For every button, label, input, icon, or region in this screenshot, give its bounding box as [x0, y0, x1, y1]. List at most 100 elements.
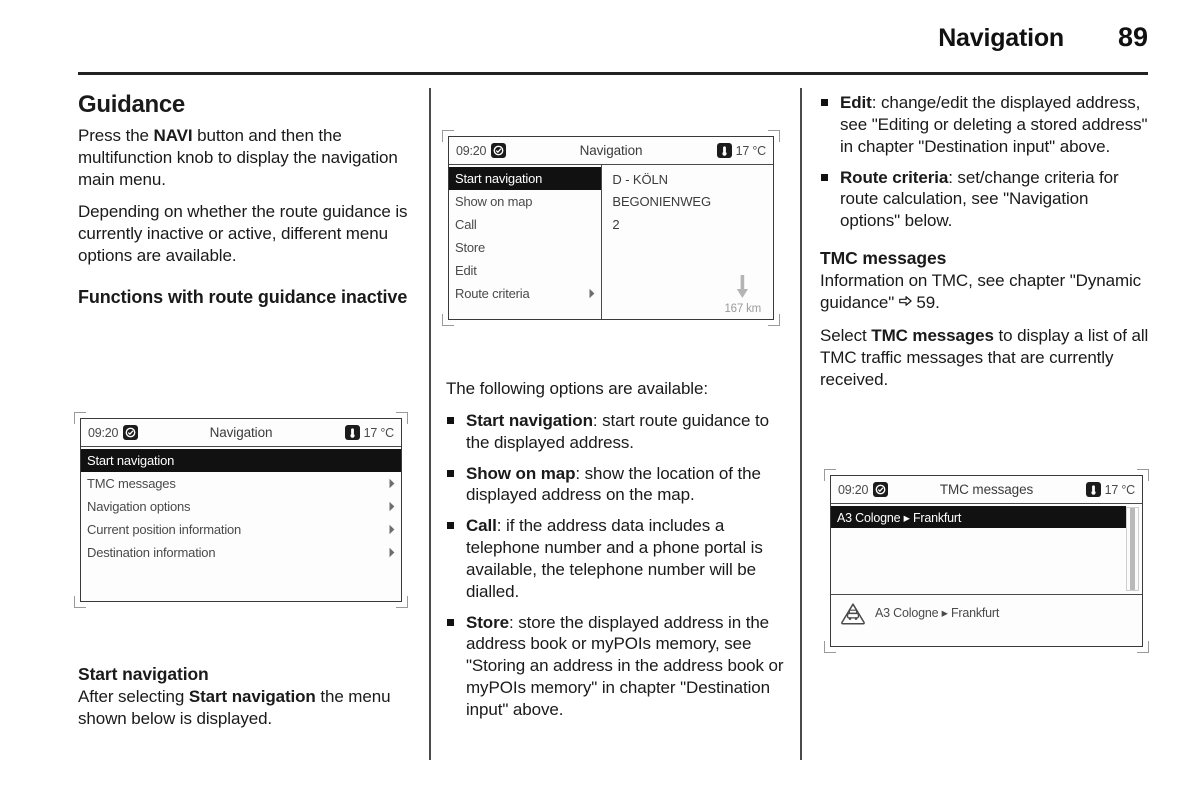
chevron-right-icon — [588, 288, 596, 299]
menu-item-label: Show on map — [455, 194, 533, 209]
column-divider-2 — [800, 88, 802, 760]
status-temperature: 17 °C — [363, 425, 395, 440]
options-intro: The following options are available: — [446, 379, 708, 398]
chevron-right-icon — [388, 547, 396, 558]
scrollbar[interactable] — [1126, 507, 1139, 591]
address-line-country-city: D - KÖLN — [612, 172, 668, 187]
address-line-street: BEGONIENWEG — [612, 194, 711, 210]
screen-status-bar: 09:20 TMC messages 17 °C — [831, 476, 1142, 504]
menu-item-label: TMC messages — [87, 476, 176, 491]
status-time: 09:20 — [838, 482, 869, 497]
option-call: Call: if the address data includes a tel… — [446, 515, 786, 602]
status-right-group: 17 °C — [340, 425, 394, 440]
menu-item-show-on-map[interactable]: Show on map — [449, 190, 601, 213]
tmc-message-list-area: A3 Cologne ▸ Frankfurt — [831, 504, 1142, 594]
menu-item-destination-information[interactable]: Destination information — [81, 541, 401, 564]
menu-item-label: Current position information — [87, 522, 242, 537]
menu-item-label: Navigation options — [87, 499, 191, 514]
infotainment-screen-tmc-messages: 09:20 TMC messages 17 °C A3 Cologne ▸ Fr… — [830, 475, 1143, 647]
tmc-p2-pre: Select — [820, 326, 872, 346]
thermometer-icon — [344, 425, 360, 440]
chevron-right-icon — [388, 478, 396, 489]
tmc-paragraph-1: Information on TMC, see chapter "Dynamic… — [820, 270, 1150, 314]
address-line-number: 2 — [612, 216, 620, 232]
guidance-paragraph-2: Depending on whether the route guidance … — [78, 202, 408, 266]
clock-icon — [123, 425, 139, 440]
status-time: 09:20 — [88, 425, 119, 440]
menu-item-call[interactable]: Call — [449, 213, 601, 236]
menu-item-start-navigation[interactable]: Start navigation — [81, 449, 401, 472]
tmc-list-item-label: A3 Cologne ▸ Frankfurt — [837, 510, 962, 525]
screen-status-bar: 09:20 Navigation 17 °C — [81, 419, 401, 447]
clock-icon — [491, 143, 507, 158]
tmc-message-rows: A3 Cologne ▸ Frankfurt — [831, 504, 1126, 594]
option-term: Call — [466, 516, 497, 536]
menu-item-route-criteria[interactable]: Route criteria — [449, 282, 601, 305]
option-edit: Edit: change/edit the displayed address,… — [820, 92, 1150, 158]
chapter-title: Navigation — [938, 24, 1064, 52]
destination-address-pane: D - KÖLN BEGONIENWEG 2 167 km — [602, 165, 773, 319]
option-show-on-map: Show on map: show the location of the di… — [446, 463, 786, 507]
frame-corner-bottom-left — [824, 641, 836, 653]
option-start-navigation: Start navigation: start route guidance t… — [446, 410, 786, 454]
tmc-paragraph-2: Select TMC messages to display a list of… — [820, 325, 1150, 391]
status-right-group: 17 °C — [712, 143, 766, 158]
menu-item-label: Call — [455, 217, 477, 232]
screen-status-bar: 09:20 Navigation 17 °C — [449, 137, 773, 165]
distance-indicator: 167 km — [724, 274, 761, 315]
navi-button-ref: NAVI — [153, 125, 193, 145]
subheading-start-navigation: Start navigation — [78, 664, 209, 684]
status-temperature: 17 °C — [735, 143, 767, 158]
frame-corner-bottom-left — [74, 596, 86, 608]
option-desc: : store the displayed address in the add… — [466, 612, 784, 719]
status-time: 09:20 — [456, 143, 487, 158]
chevron-right-icon — [388, 501, 396, 512]
tmc-p1-text: Information on TMC, see chapter "Dynamic… — [820, 271, 1142, 313]
frame-corner-bottom-left — [442, 314, 454, 326]
infotainment-screen-main-menu: 09:20 Navigation 17 °C Start navigation … — [80, 418, 402, 602]
option-term: Edit — [840, 93, 872, 112]
page-header: Navigation 89 — [78, 22, 1148, 75]
options-list-right: Edit: change/edit the displayed address,… — [820, 92, 1150, 232]
tmc-detail-footer: A3 Cologne ▸ Frankfurt — [831, 594, 1142, 646]
tmc-list-item[interactable]: A3 Cologne ▸ Frankfurt — [831, 506, 1126, 528]
infotainment-screen-start-navigation: 09:20 Navigation 17 °C Start navigation … — [448, 136, 774, 320]
menu-item-store[interactable]: Store — [449, 236, 601, 259]
menu-item-start-navigation[interactable]: Start navigation — [449, 167, 601, 190]
manual-page: Navigation 89 Guidance Press the NAVI bu… — [0, 0, 1200, 802]
options-list-middle: Start navigation: start route guidance t… — [446, 410, 786, 721]
frame-corner-bottom-right — [1137, 641, 1149, 653]
menu-item-edit[interactable]: Edit — [449, 259, 601, 282]
cross-reference-arrow-icon — [898, 293, 912, 312]
figure-navigation-main-menu: 09:20 Navigation 17 °C Start navigation … — [74, 412, 408, 608]
menu-item-current-position-information[interactable]: Current position information — [81, 518, 401, 541]
start-nav-bold-ref: Start navigation — [188, 687, 316, 707]
option-term: Show on map — [466, 463, 576, 483]
clock-icon — [873, 482, 889, 497]
tmc-messages-ref: TMC messages — [871, 326, 994, 346]
tmc-detail-text: A3 Cologne ▸ Frankfurt — [875, 606, 1000, 620]
subheading-tmc-messages: TMC messages — [820, 248, 947, 269]
left-column: Guidance Press the NAVI button and then … — [78, 91, 408, 327]
option-store: Store: store the displayed address in th… — [446, 612, 786, 721]
menu-item-navigation-options[interactable]: Navigation options — [81, 495, 401, 518]
page-number: 89 — [1117, 22, 1148, 52]
frame-corner-bottom-right — [396, 596, 408, 608]
thermometer-icon — [716, 143, 732, 158]
menu-item-label: Edit — [455, 263, 477, 278]
option-term: Store — [466, 612, 509, 632]
option-desc: : if the address data includes a telepho… — [466, 516, 763, 601]
middle-column: The following options are available: Sta… — [446, 378, 786, 730]
option-term: Start navigation — [466, 410, 593, 430]
figure-tmc-messages: 09:20 TMC messages 17 °C A3 Cologne ▸ Fr… — [824, 469, 1149, 653]
status-temperature: 17 °C — [1104, 482, 1136, 497]
section-heading-guidance: Guidance — [78, 91, 185, 118]
screen-body: Start navigation TMC messages Navigation… — [81, 447, 401, 601]
start-navigation-menu-list: Start navigation Show on map Call Store — [449, 165, 601, 319]
left-column-lower: Start navigation After selecting Start n… — [78, 664, 408, 730]
scrollbar-thumb[interactable] — [1130, 508, 1135, 590]
menu-item-tmc-messages[interactable]: TMC messages — [81, 472, 401, 495]
subheading-functions-inactive: Functions with route guidance inactive — [78, 286, 408, 307]
option-route-criteria: Route criteria: set/change criteria for … — [820, 167, 1150, 233]
column-divider-1 — [429, 88, 431, 760]
